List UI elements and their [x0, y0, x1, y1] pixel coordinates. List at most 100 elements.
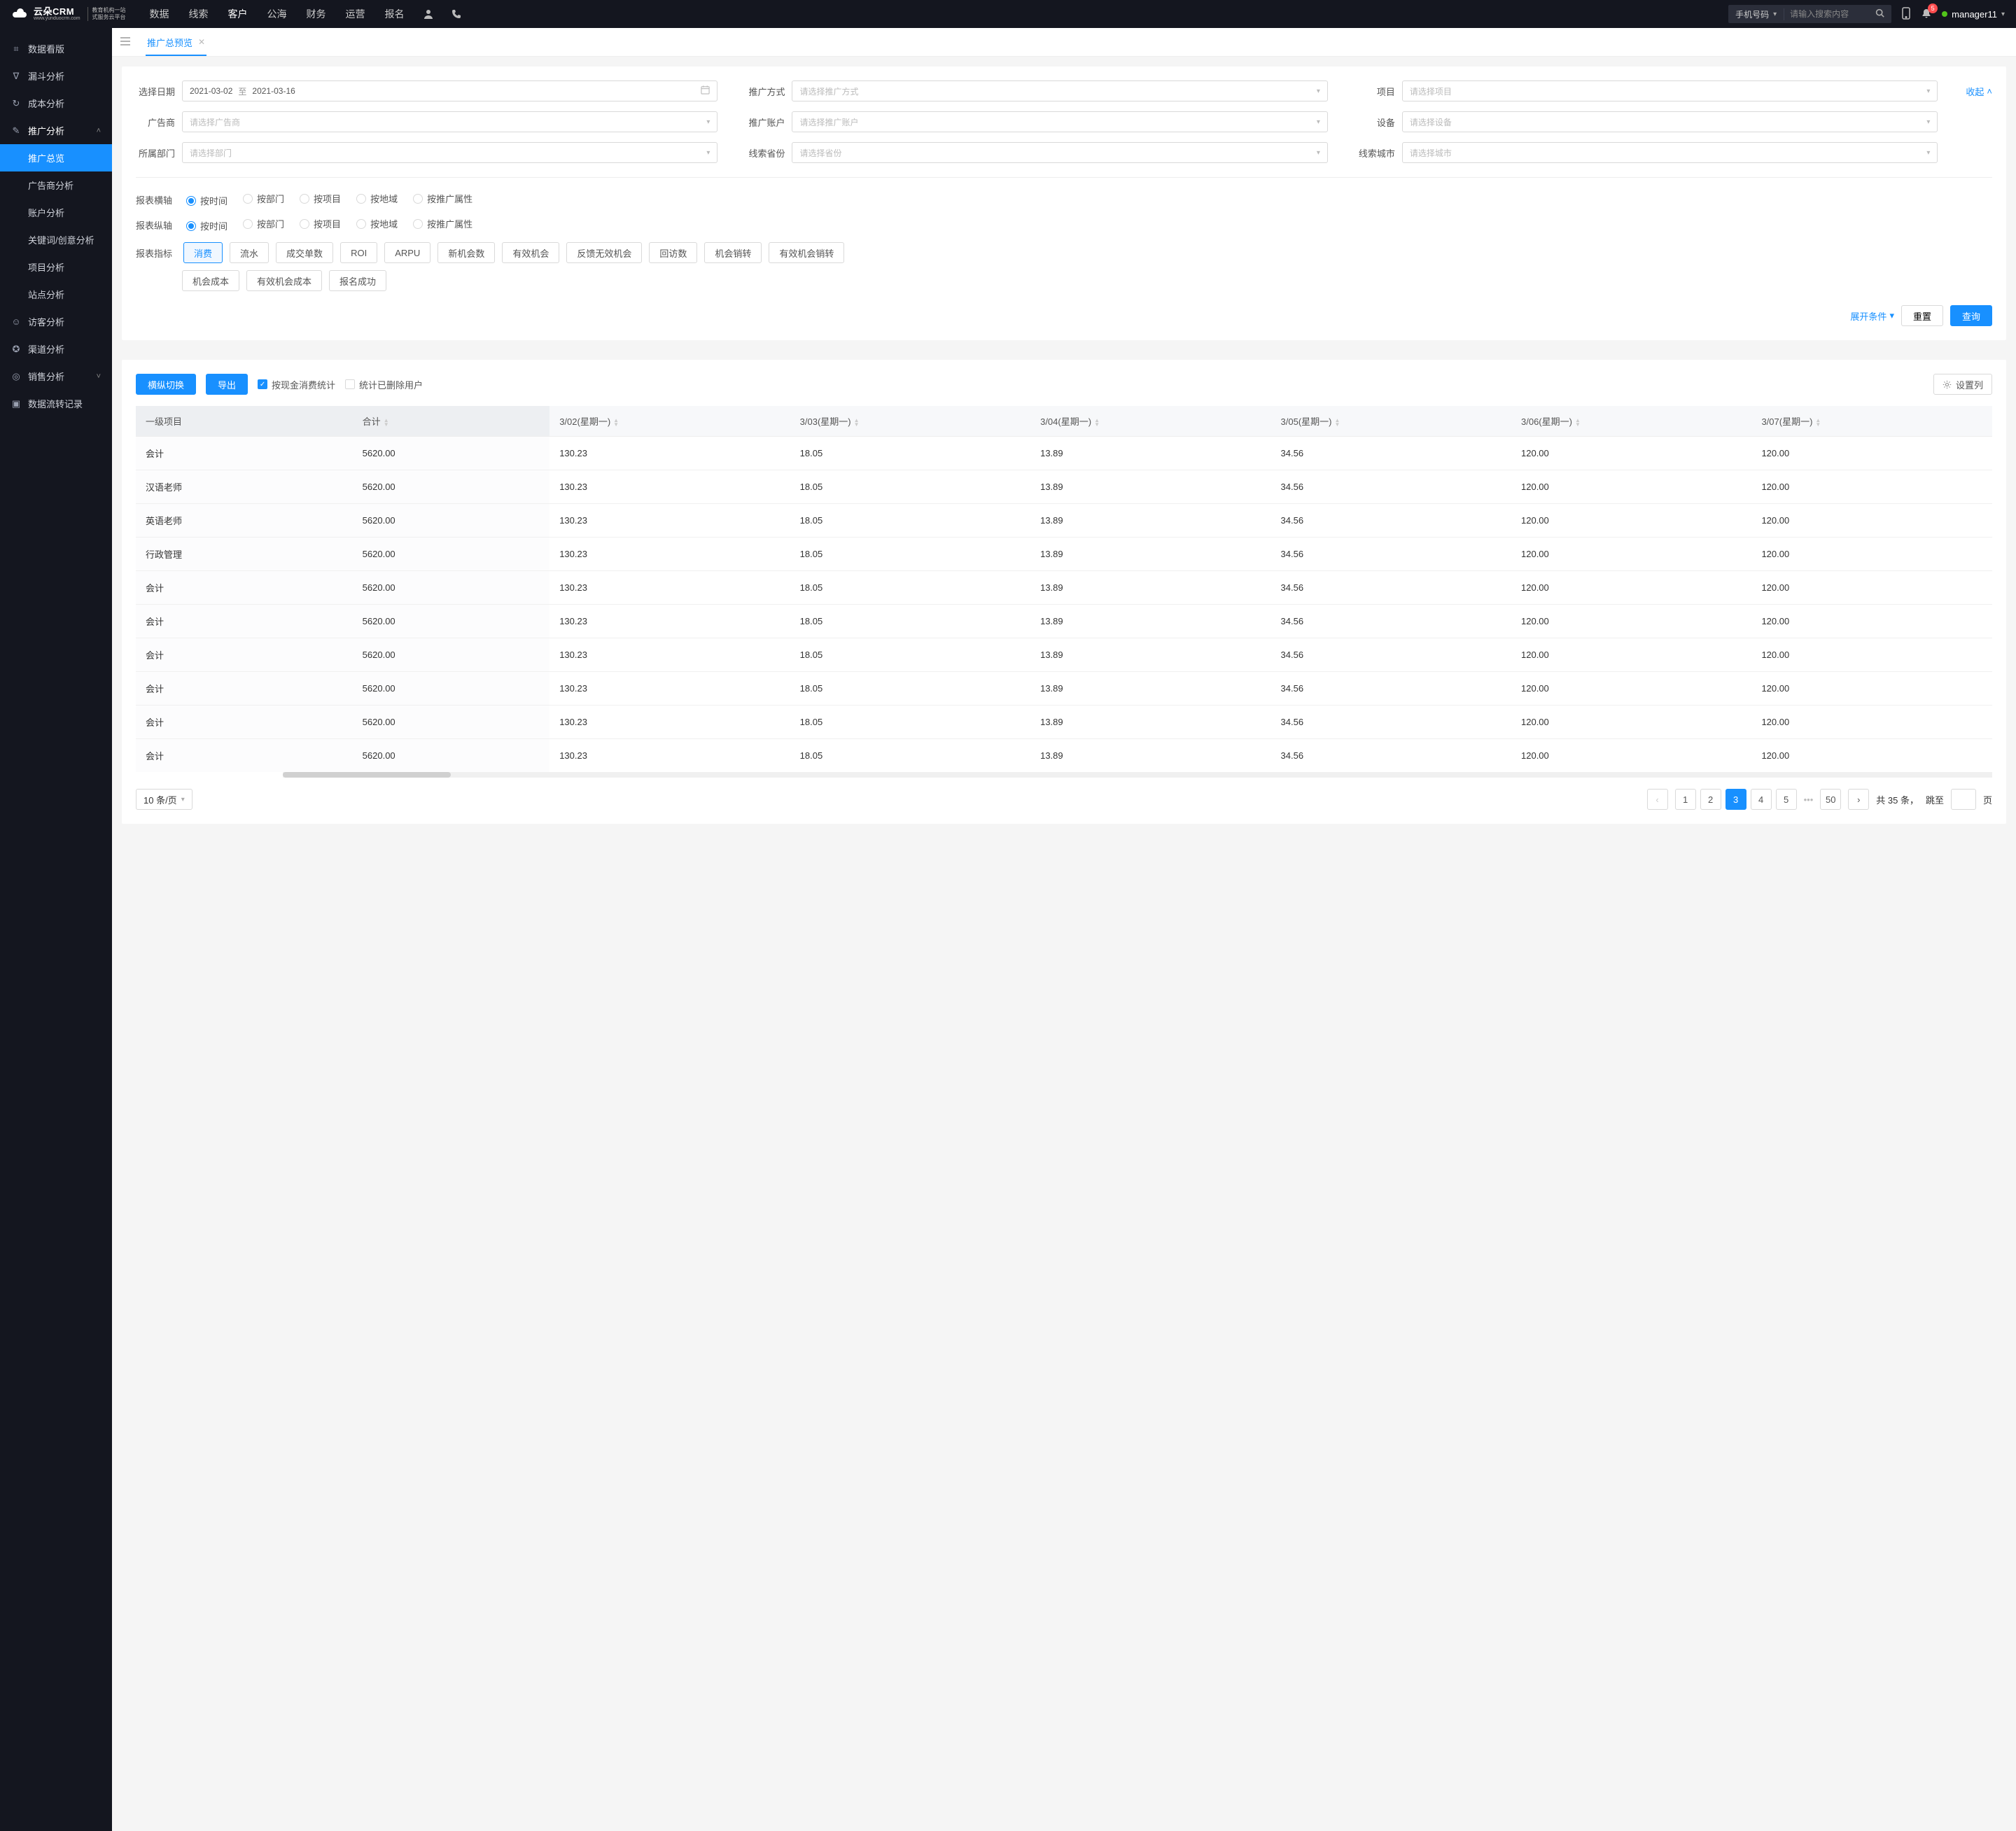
next-page-button[interactable]: ›: [1848, 789, 1869, 810]
top-nav-item[interactable]: 报名: [375, 0, 414, 28]
sidebar-subitem[interactable]: 项目分析: [0, 253, 112, 281]
prev-page-button[interactable]: ‹: [1647, 789, 1668, 810]
collapse-button[interactable]: 收起˄: [1966, 85, 1992, 98]
sidebar-item[interactable]: ↻成本分析: [0, 90, 112, 117]
top-nav-item[interactable]: 运营: [336, 0, 375, 28]
top-nav-item[interactable]: 数据: [140, 0, 179, 28]
metric-button[interactable]: 新机会数: [438, 242, 495, 263]
sidebar-item[interactable]: ✎推广分析˄: [0, 117, 112, 144]
radio-option[interactable]: 按项目: [300, 192, 341, 205]
sidebar-item[interactable]: ✪渠道分析: [0, 335, 112, 363]
table-header[interactable]: 3/06(星期一)▲▼: [1511, 406, 1751, 437]
radio-option[interactable]: 按推广属性: [413, 192, 472, 205]
tab-promotion-overview[interactable]: 推广总预览 ✕: [139, 28, 214, 56]
select-advertiser[interactable]: 请选择广告商▾: [182, 111, 718, 132]
column-settings-button[interactable]: 设置列: [1933, 374, 1992, 395]
metric-button[interactable]: 反馈无效机会: [566, 242, 642, 263]
select-account[interactable]: 请选择推广账户▾: [792, 111, 1327, 132]
query-button[interactable]: 查询: [1950, 305, 1992, 326]
metric-button[interactable]: 有效机会销转: [769, 242, 844, 263]
sidebar-item[interactable]: ▣数据流转记录: [0, 390, 112, 417]
metric-button[interactable]: 机会成本: [182, 270, 239, 291]
sort-icon[interactable]: ▲▼: [854, 419, 860, 427]
radio-option[interactable]: 按项目: [300, 217, 341, 230]
deleted-stat-checkbox[interactable]: 统计已删除用户: [345, 378, 423, 391]
export-button[interactable]: 导出: [206, 374, 248, 395]
bell-icon[interactable]: 5: [1921, 8, 1932, 21]
cash-stat-checkbox[interactable]: 按现金消费统计: [258, 378, 335, 391]
sidebar-subitem[interactable]: 推广总览: [0, 144, 112, 171]
table-header[interactable]: 3/04(星期一)▲▼: [1030, 406, 1270, 437]
radio-option[interactable]: 按部门: [243, 217, 284, 230]
sidebar-subitem[interactable]: 广告商分析: [0, 171, 112, 199]
sidebar-item[interactable]: ◎销售分析˅: [0, 363, 112, 390]
page-last-button[interactable]: 50: [1820, 789, 1841, 810]
sort-icon[interactable]: ▲▼: [1575, 419, 1581, 427]
page-button[interactable]: 1: [1675, 789, 1696, 810]
radio-option[interactable]: 按地域: [356, 217, 398, 230]
metric-button[interactable]: ARPU: [384, 242, 430, 263]
page-button[interactable]: 4: [1751, 789, 1772, 810]
sidebar-item[interactable]: ∇漏斗分析: [0, 62, 112, 90]
metric-button[interactable]: 机会销转: [704, 242, 762, 263]
sort-icon[interactable]: ▲▼: [613, 419, 619, 427]
close-icon[interactable]: ✕: [198, 37, 205, 47]
select-method[interactable]: 请选择推广方式▾: [792, 80, 1327, 101]
metric-button[interactable]: 报名成功: [329, 270, 386, 291]
select-city[interactable]: 请选择城市▾: [1402, 142, 1938, 163]
phone-icon[interactable]: [442, 8, 470, 20]
radio-option[interactable]: 按时间: [186, 219, 227, 232]
table-header[interactable]: 3/02(星期一)▲▼: [550, 406, 790, 437]
select-project[interactable]: 请选择项目▾: [1402, 80, 1938, 101]
table-header-fixed[interactable]: 一级项目: [136, 406, 353, 437]
top-nav-item[interactable]: 线索: [179, 0, 218, 28]
metric-button[interactable]: 有效机会成本: [246, 270, 322, 291]
sort-icon[interactable]: ▲▼: [384, 419, 389, 427]
swap-axes-button[interactable]: 横纵切换: [136, 374, 196, 395]
search-type-select[interactable]: 手机号码 ▾: [1728, 8, 1784, 20]
table-header-fixed[interactable]: 合计▲▼: [353, 406, 550, 437]
page-size-select[interactable]: 10 条/页▾: [136, 789, 192, 810]
metric-button[interactable]: ROI: [340, 242, 377, 263]
select-department[interactable]: 请选择部门▾: [182, 142, 718, 163]
radio-option[interactable]: 按地域: [356, 192, 398, 205]
mobile-icon[interactable]: [1901, 7, 1911, 22]
sidebar-subitem[interactable]: 站点分析: [0, 281, 112, 308]
table-header[interactable]: 3/03(星期一)▲▼: [790, 406, 1030, 437]
logo[interactable]: 云朵CRM www.yunduocrm.com 教育机构一站 式服务云平台: [11, 7, 126, 21]
metric-button[interactable]: 回访数: [649, 242, 697, 263]
sort-icon[interactable]: ▲▼: [1335, 419, 1340, 427]
sidebar-item[interactable]: ⌗数据看版: [0, 35, 112, 62]
metric-button[interactable]: 有效机会: [502, 242, 559, 263]
expand-conditions-button[interactable]: 展开条件▾: [1850, 309, 1894, 323]
search-input[interactable]: [1784, 9, 1868, 19]
metric-button[interactable]: 流水: [230, 242, 269, 263]
jump-page-input[interactable]: [1951, 789, 1976, 810]
table-header[interactable]: 3/07(星期一)▲▼: [1751, 406, 1992, 437]
radio-option[interactable]: 按时间: [186, 194, 227, 207]
top-nav-item[interactable]: 客户: [218, 0, 258, 28]
tabs-collapse-icon[interactable]: [120, 36, 130, 48]
top-nav-item[interactable]: 公海: [258, 0, 297, 28]
select-province[interactable]: 请选择省份▾: [792, 142, 1327, 163]
sort-icon[interactable]: ▲▼: [1094, 419, 1100, 427]
radio-option[interactable]: 按部门: [243, 192, 284, 205]
sort-icon[interactable]: ▲▼: [1815, 419, 1821, 427]
radio-option[interactable]: 按推广属性: [413, 217, 472, 230]
sidebar-subitem[interactable]: 账户分析: [0, 199, 112, 226]
user-icon[interactable]: [414, 8, 442, 20]
reset-button[interactable]: 重置: [1901, 305, 1943, 326]
metric-button[interactable]: 消费: [183, 242, 223, 263]
search-button[interactable]: [1868, 8, 1891, 20]
user-menu[interactable]: manager11 ▾: [1942, 9, 2005, 20]
top-nav-item[interactable]: 财务: [297, 0, 336, 28]
sidebar-item[interactable]: ☺访客分析: [0, 308, 112, 335]
select-device[interactable]: 请选择设备▾: [1402, 111, 1938, 132]
page-button[interactable]: 5: [1776, 789, 1797, 810]
page-button[interactable]: 2: [1700, 789, 1721, 810]
metric-button[interactable]: 成交单数: [276, 242, 333, 263]
date-range-input[interactable]: 2021-03-02 至 2021-03-16: [182, 80, 718, 101]
table-header[interactable]: 3/05(星期一)▲▼: [1271, 406, 1511, 437]
sidebar-subitem[interactable]: 关键词/创意分析: [0, 226, 112, 253]
page-button[interactable]: 3: [1726, 789, 1746, 810]
